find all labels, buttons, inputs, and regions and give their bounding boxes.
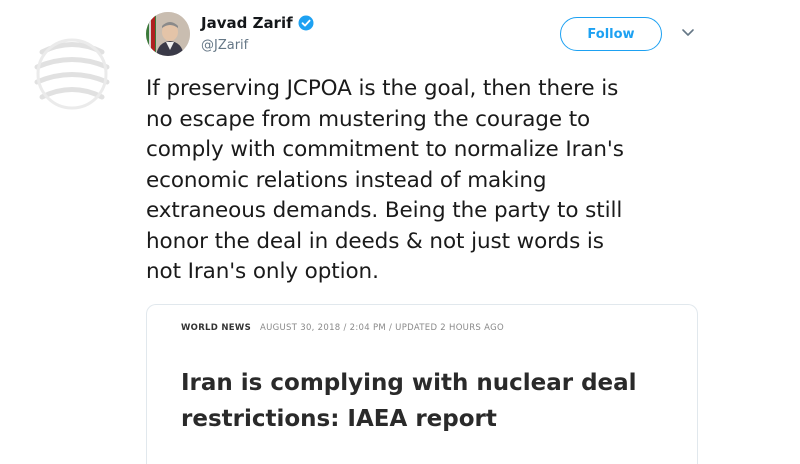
card-timestamp: AUGUST 30, 2018 / 2:04 PM / UPDATED 2 HO… (260, 323, 504, 333)
card-meta: WORLD NEWS AUGUST 30, 2018 / 2:04 PM / U… (181, 323, 504, 333)
card-section-label: WORLD NEWS (181, 323, 251, 333)
tweet-text-line: no escape from mustering the courage to (146, 106, 591, 132)
tweet-screenshot: Javad Zarif @JZarif Follow If preserving… (0, 0, 800, 464)
tweet-text: If preserving JCPOA is the goal, then th… (146, 74, 706, 288)
tweet-text-line: extraneous demands. Being the party to s… (146, 198, 623, 223)
author-name-text: Javad Zarif (201, 14, 293, 32)
follow-button[interactable]: Follow (560, 17, 662, 51)
verified-badge-icon (298, 15, 314, 31)
chevron-down-icon[interactable] (681, 28, 695, 38)
tweet-text-line: If preserving JCPOA is the goal, then th… (146, 76, 619, 101)
link-preview-card[interactable]: WORLD NEWS AUGUST 30, 2018 / 2:04 PM / U… (146, 304, 698, 464)
card-headline-line: Iran is complying with nuclear deal (181, 370, 637, 396)
watermark-logo (34, 38, 110, 110)
author-name[interactable]: Javad Zarif (201, 14, 314, 32)
card-headline-line: restrictions: IAEA report (181, 406, 497, 432)
avatar[interactable] (146, 12, 190, 56)
tweet-text-line: economic relations instead of making (146, 167, 547, 193)
card-headline[interactable]: Iran is complying with nuclear deal rest… (181, 365, 691, 437)
tweet-text-line: comply with commitment to normalize Iran… (146, 137, 624, 162)
tweet-text-line: honor the deal in deeds & not just words… (146, 228, 604, 254)
author-handle[interactable]: @JZarif (201, 38, 248, 53)
tweet-text-line: not Iran's only option. (146, 259, 379, 284)
avatar-image (146, 12, 190, 56)
